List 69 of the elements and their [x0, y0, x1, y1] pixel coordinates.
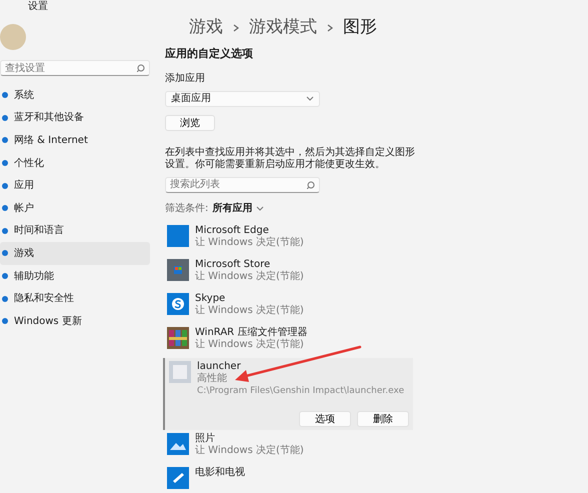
app-gpu-setting: 让 Windows 决定(节能) [195, 236, 304, 248]
app-gpu-setting: 高性能 [197, 372, 228, 384]
circle-icon [2, 228, 8, 234]
browse-button[interactable]: 浏览 [165, 114, 215, 130]
app-name: Microsoft Edge [195, 224, 270, 236]
app-tile-icon [167, 224, 189, 246]
field-label: 添加应用 [165, 72, 206, 86]
app-name: 电影和电视 [195, 466, 245, 478]
circle-icon [2, 182, 8, 189]
app-row[interactable]: 电影和电视 [165, 464, 410, 493]
app-path: C:\Program Files\Genshin Impact\launcher.exe [197, 384, 404, 396]
breadcrumb-link[interactable]: 游戏模式 [249, 15, 317, 41]
action-button[interactable]: 选项 [299, 410, 351, 426]
sidebar-item[interactable]: 系统 [0, 84, 150, 107]
sidebar-item[interactable]: 辅助功能 [0, 264, 150, 288]
app-name: WinRAR 压缩文件管理器 [195, 326, 308, 338]
app-gpu-setting: 让 Windows 决定(节能) [195, 304, 304, 316]
circle-icon [2, 137, 8, 144]
app-gpu-setting: 让 Windows 决定(节能) [195, 270, 304, 282]
app-row[interactable]: Microsoft Edge 让 Windows 决定(节能) [165, 222, 410, 256]
list-search-field[interactable]: 搜索此列表 [165, 176, 320, 192]
breadcrumb-link[interactable]: 游戏 [189, 15, 223, 41]
circle-icon [2, 114, 8, 121]
sidebar-item[interactable]: Windows 更新 [0, 310, 150, 333]
chevron-down-icon [256, 206, 264, 210]
description-text: 在列表中查找应用并将其选中，然后为其选择自定义图形设置。你可能需要重新启动应用才能使更改生效。 [165, 146, 415, 170]
sidebar-item[interactable]: 个性化 [0, 152, 150, 174]
sidebar-item[interactable]: 应用 [0, 174, 150, 197]
action-button[interactable]: 删除 [357, 410, 409, 426]
circle-icon [2, 296, 8, 302]
sidebar-item[interactable]: 时间和语言 [0, 220, 150, 242]
sidebar-item[interactable]: 蓝牙和其他设备 [0, 106, 150, 130]
app-row[interactable]: 照片 让 Windows 决定(节能) [165, 430, 410, 464]
breadcrumb-current: 图形 [343, 16, 377, 40]
circle-icon [2, 160, 8, 166]
filter-dropdown[interactable]: 所有应用 [212, 200, 252, 216]
sidebar-item[interactable]: 隐私和安全性 [0, 287, 150, 310]
app-row[interactable]: Microsoft Store 让 Windows 决定(节能) [165, 256, 410, 290]
chevron-icon [327, 24, 333, 32]
sidebar-item[interactable]: 游戏 [0, 242, 150, 265]
circle-icon [2, 92, 8, 98]
sidebar-item[interactable]: 网络 & Internet [0, 129, 150, 152]
circle-icon [2, 250, 8, 256]
search-field[interactable]: 查找设置 [0, 60, 150, 76]
app-name: launcher [197, 360, 242, 372]
window-title: 设置 [27, 0, 49, 14]
chevron-down-icon [306, 96, 314, 101]
landscape-icon [167, 432, 189, 454]
circle-icon [2, 318, 8, 324]
circle-icon [2, 273, 8, 280]
skype-s-icon [167, 292, 189, 314]
stacked-books-icon [167, 326, 189, 348]
search-icon [307, 180, 315, 188]
app-name: Skype [195, 292, 226, 304]
avatar-icon [0, 24, 26, 50]
app-name: 照片 [195, 432, 216, 444]
app-gpu-setting: 让 Windows 决定(节能) [195, 444, 304, 456]
section-title: 应用的自定义选项 [165, 46, 254, 62]
search-icon [137, 64, 145, 72]
app-gpu-setting: 让 Windows 决定(节能) [195, 338, 305, 350]
filter-label: 筛选条件: [165, 202, 208, 216]
chevron-icon [233, 24, 239, 32]
app-row[interactable]: Skype 让 Windows 决定(节能) [165, 290, 410, 324]
app-row[interactable]: WinRAR 压缩文件管理器 让 Windows 决定(节能) [165, 324, 410, 358]
circle-icon [2, 205, 8, 212]
game-thumbnail-icon [169, 360, 191, 382]
sidebar-item[interactable]: 帐户 [0, 196, 150, 220]
app-type-dropdown[interactable]: 桌面应用 [165, 90, 320, 106]
app-name: Microsoft Store [195, 258, 272, 270]
